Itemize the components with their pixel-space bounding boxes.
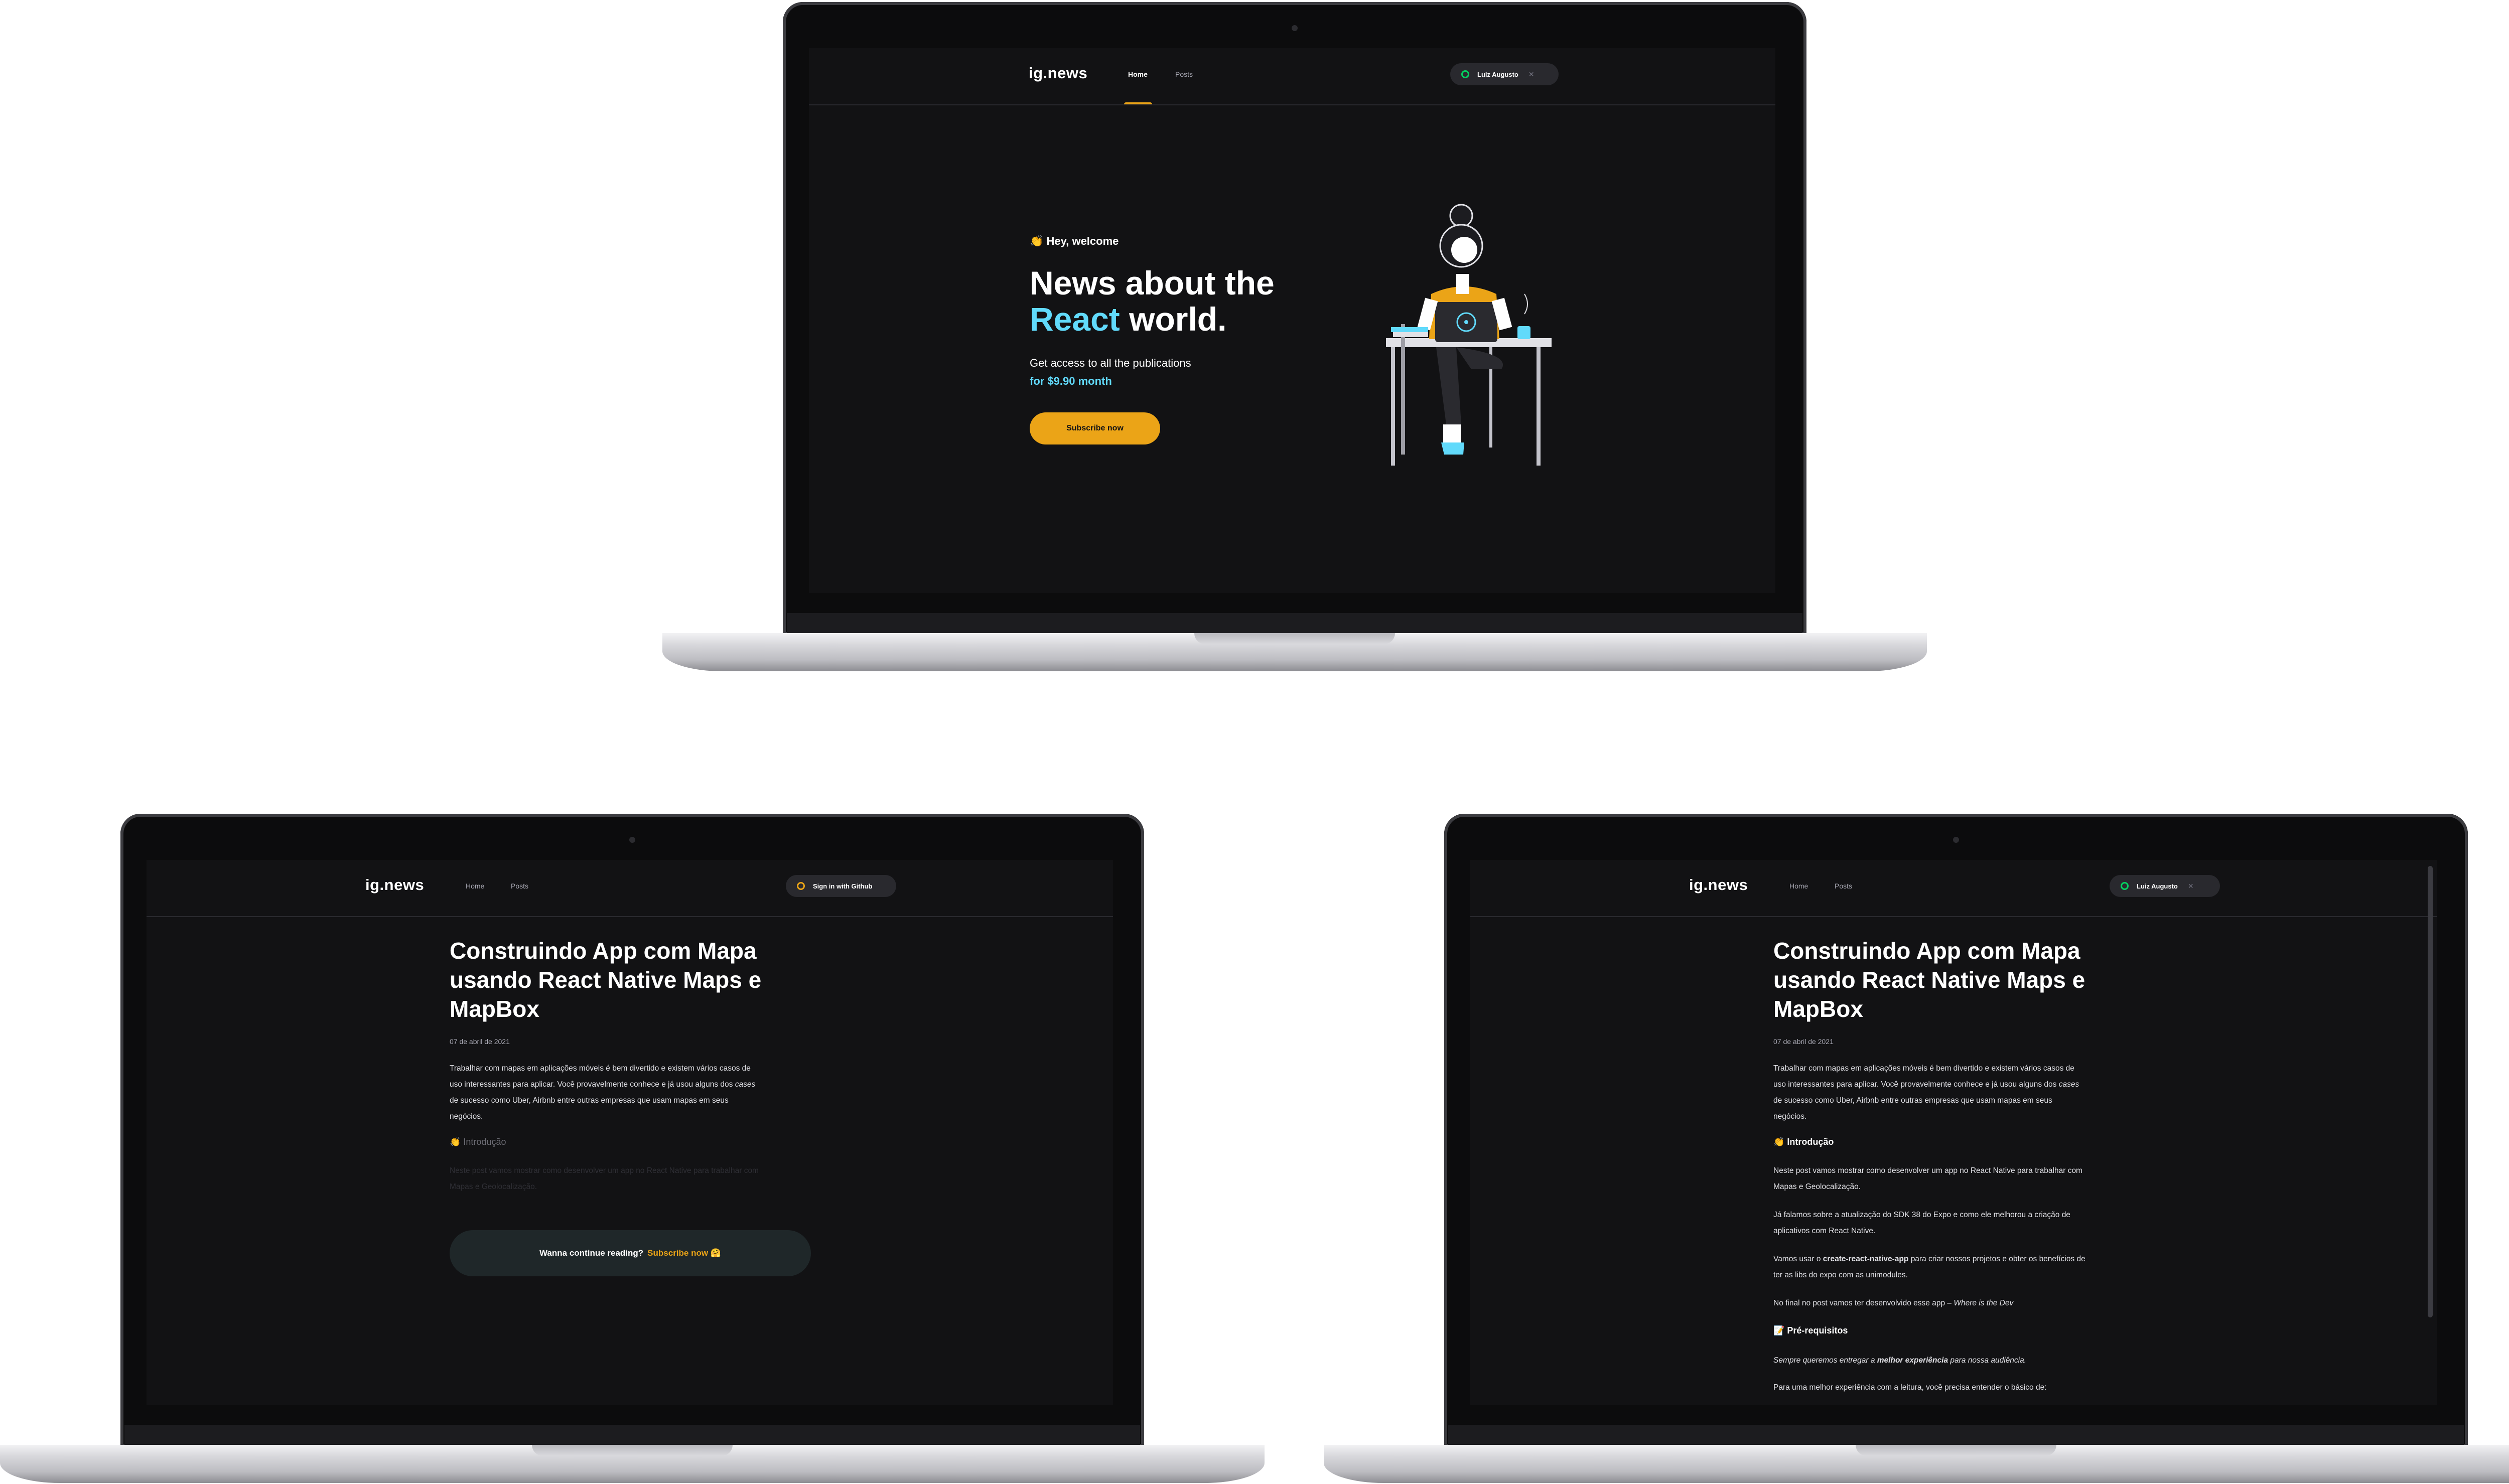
- user-button[interactable]: Luiz Augusto ✕: [1450, 63, 1559, 85]
- camera: [1292, 25, 1298, 31]
- faded-paragraph: Neste post vamos mostrar como desenvolve…: [450, 1163, 821, 1195]
- post-paragraph: Trabalhar com mapas em aplicações móveis…: [1773, 1061, 2155, 1125]
- subtitle-text: Get access to all the publications: [1030, 357, 1191, 369]
- laptop-full-post: ig.news Home Posts Luiz Augusto ✕ Constr…: [1324, 812, 2509, 1484]
- hero-title-rest: world.: [1120, 301, 1227, 338]
- laptop-notch: [532, 1445, 733, 1456]
- user-button[interactable]: Luiz Augusto ✕: [2110, 875, 2220, 897]
- avatar-illustration: [1386, 204, 1552, 466]
- header: ig.news Home Posts Sign in with Github: [147, 860, 1113, 917]
- text-strong: melhor experiência: [1877, 1356, 1948, 1365]
- laptop-chin: [1448, 1425, 2464, 1445]
- user-name: Luiz Augusto: [1477, 70, 1518, 78]
- code-text: create-react-native-app: [1823, 1255, 1909, 1263]
- text: Mapas e Geolocalização.: [1773, 1182, 1861, 1191]
- post-title: Construindo App com Mapa usando React Na…: [450, 938, 762, 1022]
- post-paragraph: Sempre queremos entregar a melhor experi…: [1773, 1353, 2155, 1369]
- text: Já falamos sobre a atualização do SDK 38…: [1773, 1211, 2070, 1219]
- text-em: cases: [2058, 1080, 2079, 1089]
- text: ter as libs do expo com as unimodules.: [1773, 1271, 1908, 1279]
- post-date: 07 de abril de 2021: [450, 1037, 510, 1046]
- logo[interactable]: ig.news: [365, 876, 424, 894]
- hero-title: News about the React world.: [1030, 265, 1275, 337]
- laptop-home: ig.news Home Posts Luiz Augusto ✕ 👏 Hey,…: [662, 0, 1927, 672]
- user-name: Luiz Augusto: [2137, 882, 2178, 890]
- laptop-notch: [1856, 1445, 2056, 1456]
- post-paragraph: Já falamos sobre a atualização do SDK 38…: [1773, 1207, 2155, 1239]
- text: de sucesso como Uber, Airbnb entre outra…: [1773, 1096, 2052, 1105]
- text: para criar nossos projetos e obter os be…: [1910, 1255, 2085, 1263]
- github-icon: [1461, 70, 1469, 78]
- laptop-chin: [787, 613, 1802, 633]
- nav-home[interactable]: Home: [1128, 70, 1148, 78]
- header: ig.news Home Posts Luiz Augusto ✕: [1470, 860, 2437, 917]
- text: Vamos usar o: [1773, 1255, 1821, 1263]
- subscribe-link[interactable]: Subscribe now 🤗: [647, 1248, 721, 1258]
- section-heading-intro: 👏 Introdução: [1773, 1137, 1834, 1147]
- text: de sucesso como Uber, Airbnb entre outra…: [450, 1096, 729, 1105]
- text-em: Where is the Dev: [1954, 1299, 2014, 1307]
- post-paragraph: No final no post vamos ter desenvolvido …: [1773, 1295, 2155, 1311]
- text: Neste post vamos mostrar como desenvolve…: [450, 1166, 759, 1175]
- nav-posts[interactable]: Posts: [1175, 70, 1193, 78]
- github-icon: [797, 882, 805, 890]
- text: uso interessantes para aplicar. Você pro…: [1773, 1080, 2057, 1089]
- close-icon[interactable]: ✕: [2188, 882, 2194, 891]
- continue-reading-banner: Wanna continue reading? Subscribe now 🤗: [450, 1230, 811, 1276]
- text: negócios.: [450, 1112, 483, 1121]
- nav-posts[interactable]: Posts: [1835, 882, 1852, 890]
- text: Sempre queremos entregar a: [1773, 1356, 1875, 1365]
- signin-button[interactable]: Sign in with Github: [786, 875, 896, 897]
- camera: [629, 837, 635, 843]
- text: No final no post vamos ter desenvolvido …: [1773, 1299, 1952, 1307]
- section-heading-intro: 👏 Introdução: [450, 1137, 506, 1147]
- nav-posts[interactable]: Posts: [511, 882, 528, 890]
- laptop-preview: ig.news Home Posts Sign in with Github C…: [0, 812, 1265, 1484]
- scrollbar[interactable]: [2428, 866, 2433, 1317]
- hero-subtitle: Get access to all the publications for $…: [1030, 354, 1191, 390]
- github-icon: [2121, 882, 2129, 890]
- text: Mapas e Geolocalização.: [450, 1182, 537, 1191]
- post-paragraph: Vamos usar o create-react-native-app par…: [1773, 1251, 2155, 1283]
- text: uso interessantes para aplicar. Você pro…: [450, 1080, 733, 1089]
- nav-active-indicator: [1124, 102, 1152, 104]
- screen-preview: ig.news Home Posts Sign in with Github C…: [147, 860, 1113, 1405]
- text: aplicativos com React Native.: [1773, 1227, 1876, 1235]
- hero-title-line1: News about the: [1030, 264, 1275, 302]
- continue-text: Wanna continue reading?: [539, 1248, 644, 1258]
- camera: [1953, 837, 1959, 843]
- hero-title-react: React: [1030, 301, 1120, 338]
- text: Trabalhar com mapas em aplicações móveis…: [450, 1064, 751, 1073]
- nav-home[interactable]: Home: [1789, 882, 1808, 890]
- logo[interactable]: ig.news: [1029, 64, 1087, 82]
- price-text: for $9.90 month: [1030, 375, 1112, 387]
- header: ig.news Home Posts Luiz Augusto ✕: [809, 48, 1775, 105]
- post-paragraph: Neste post vamos mostrar como desenvolve…: [1773, 1163, 2155, 1195]
- nav-home[interactable]: Home: [466, 882, 484, 890]
- text: para nossa audiência.: [1950, 1356, 2027, 1365]
- text-em: cases: [735, 1080, 756, 1089]
- text: Trabalhar com mapas em aplicações móveis…: [1773, 1064, 2074, 1073]
- text: Para uma melhor experiência com a leitur…: [1773, 1383, 2047, 1392]
- text: Neste post vamos mostrar como desenvolve…: [1773, 1166, 2082, 1175]
- post-paragraph: Para uma melhor experiência com a leitur…: [1773, 1380, 2155, 1396]
- subscribe-button[interactable]: Subscribe now: [1030, 412, 1160, 444]
- section-heading-prereq: 📝 Pré-requisitos: [1773, 1325, 1848, 1335]
- welcome-text: 👏 Hey, welcome: [1030, 235, 1119, 247]
- screen-full-post: ig.news Home Posts Luiz Augusto ✕ Constr…: [1470, 860, 2437, 1405]
- post-title: Construindo App com Mapa usando React Na…: [1773, 938, 2085, 1022]
- laptop-chin: [124, 1425, 1140, 1445]
- logo[interactable]: ig.news: [1689, 876, 1748, 894]
- signin-label: Sign in with Github: [813, 882, 873, 890]
- close-icon[interactable]: ✕: [1528, 70, 1535, 79]
- text: negócios.: [1773, 1112, 1807, 1121]
- laptop-notch: [1194, 633, 1395, 644]
- post-date: 07 de abril de 2021: [1773, 1037, 1834, 1046]
- post-paragraph: Trabalhar com mapas em aplicações móveis…: [450, 1061, 821, 1125]
- screen-home: ig.news Home Posts Luiz Augusto ✕ 👏 Hey,…: [809, 48, 1775, 593]
